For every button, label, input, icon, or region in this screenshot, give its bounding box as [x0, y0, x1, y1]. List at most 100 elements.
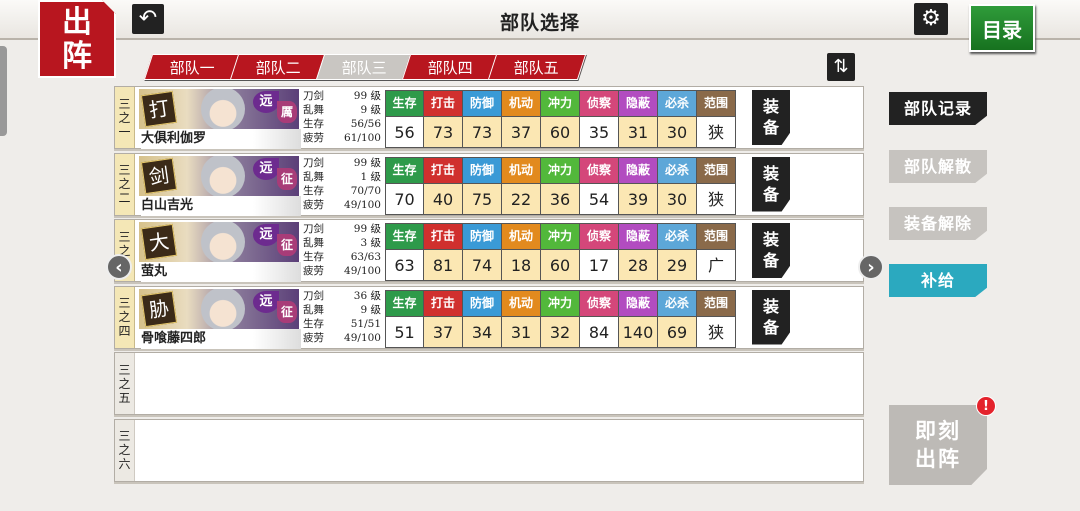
tab-squad-4[interactable]: 部队四 [401, 54, 501, 80]
stat-value: 35 [580, 116, 618, 147]
sortie-now-button[interactable]: 即刻 出阵 [889, 405, 987, 485]
menu-button[interactable]: 目录 [969, 4, 1035, 52]
meta-row: 疲劳 49/100 [303, 331, 381, 345]
stat-header: 机动 [502, 91, 540, 116]
stat-cell: 生存 51 [385, 289, 424, 348]
slot-label: 三之四 [115, 286, 135, 348]
meta-row: 生存 51/51 [303, 317, 381, 331]
meta-row: 刀剑 99 级 [303, 156, 381, 170]
chevron-right-icon: › [867, 257, 875, 278]
stat-cell: 范围广 [697, 223, 736, 281]
stat-value: 30 [658, 116, 696, 147]
stat-header: 隐蔽 [619, 290, 657, 316]
alert-badge: ! [976, 396, 996, 416]
character-portrait[interactable]: 胁 远征 [139, 288, 299, 329]
unequip-button[interactable]: 装备解除 [889, 207, 987, 240]
tab-squad-3[interactable]: 部队三 [315, 54, 415, 80]
stat-value: 60 [541, 249, 579, 280]
sortie-badge-line2: 阵 [62, 39, 92, 74]
stat-cell: 隐蔽 31 [619, 90, 658, 148]
side-drawer-handle[interactable] [0, 46, 7, 136]
stat-value: 22 [502, 182, 540, 214]
character-portrait[interactable]: 大 远征 [139, 222, 299, 262]
stat-header: 冲力 [541, 157, 579, 183]
slot-label-char: 之 [118, 177, 131, 191]
meta-row: 刀剑 99 级 [303, 89, 381, 103]
slot-label-char: 六 [118, 457, 131, 471]
equip-button[interactable]: 装备 [752, 90, 790, 145]
gear-icon: ⚙ [921, 6, 941, 31]
squad-disband-button[interactable]: 部队解散 [889, 150, 987, 183]
stat-value: 140 [619, 315, 657, 347]
stat-value: 28 [619, 249, 657, 280]
stat-cell: 机动 37 [502, 90, 541, 148]
refresh-icon: ⇅ [833, 56, 849, 77]
squad-record-button[interactable]: 部队记录 [889, 92, 987, 125]
meta-label: 生存 [303, 118, 324, 130]
stat-header: 机动 [502, 224, 540, 249]
stat-header: 范围 [697, 290, 735, 316]
stat-value: 51 [386, 315, 423, 347]
stat-value: 29 [658, 249, 696, 280]
member-row[interactable]: 三之一打远厲大俱利伽罗 刀剑 99 级乱舞 9 级生存 56/56 疲劳 61/100 生存 5… [114, 86, 864, 149]
meta-row: 疲劳 49/100 [303, 198, 381, 212]
character-portrait[interactable]: 打 远厲 [139, 89, 299, 129]
tab-squad-2[interactable]: 部队二 [229, 54, 329, 80]
tab-squad-5[interactable]: 部队五 [487, 54, 587, 80]
meta-value: 56/56 [350, 118, 381, 130]
swap-button[interactable]: ⇅ [827, 53, 855, 81]
equip-button[interactable]: 装备 [752, 289, 790, 345]
stat-header: 打击 [424, 224, 462, 249]
equip-button[interactable]: 装备 [752, 156, 790, 212]
empty-member-row[interactable]: 三之五 [114, 352, 864, 415]
stat-header: 冲力 [541, 91, 579, 116]
slot-label-char: 三 [118, 163, 131, 177]
settings-button[interactable]: ⚙ [914, 3, 948, 35]
prev-arrow-button[interactable]: ‹ [106, 254, 132, 280]
member-row[interactable]: 三之四胁远征骨喰藤四郎 刀剑 36 级乱舞 9 级生存 51/51 疲劳 49/100 生存 5… [114, 285, 864, 349]
stat-value: 69 [658, 315, 696, 347]
meta-value: 36 级 [353, 289, 381, 302]
stat-cell: 范围狭 [697, 289, 736, 348]
slot-label-char: 一 [118, 124, 131, 139]
meta-value: 99 级 [353, 223, 381, 235]
member-row[interactable]: 三之二剑远征白山吉光 刀剑 99 级乱舞 1 级生存 70/70 疲劳 49/100 生存 70… [114, 152, 864, 216]
expedition-tag: 远 [253, 224, 279, 246]
empty-member-row[interactable]: 三之六 [114, 418, 864, 482]
meta-value: 49/100 [344, 331, 381, 344]
stat-value: 18 [502, 249, 540, 280]
stat-value: 32 [541, 315, 579, 347]
sword-type-icon: 剑 [140, 157, 178, 194]
meta-value: 49/100 [344, 198, 381, 211]
character-meta: 刀剑 36 级乱舞 9 级生存 51/51 疲劳 49/100 [303, 289, 381, 345]
stat-header: 隐蔽 [619, 224, 657, 249]
stat-header: 防御 [463, 290, 501, 316]
stat-table: 生存 63 打击 81 防御 74 机动 18 冲力 60 侦察 17 隐蔽 28 必杀 29 范围广 [385, 223, 736, 281]
stat-cell: 必杀 29 [658, 223, 697, 281]
meta-label: 乱舞 [303, 170, 324, 183]
stat-header: 打击 [424, 290, 462, 316]
stat-cell: 机动 22 [502, 156, 541, 215]
equip-label-2: 备 [762, 317, 779, 337]
character-portrait[interactable]: 剑 远征 [139, 155, 299, 196]
equip-label-2: 备 [762, 251, 779, 270]
equip-label-1: 装 [762, 296, 779, 316]
stat-value: 34 [463, 315, 501, 347]
equip-label-2: 备 [762, 118, 779, 137]
meta-value: 99 级 [353, 90, 381, 102]
meta-row: 乱舞 3 级 [303, 236, 381, 250]
resupply-button[interactable]: 补给 [889, 264, 987, 297]
equip-button[interactable]: 装备 [752, 223, 790, 278]
stat-cell: 打击 40 [424, 156, 463, 215]
stat-cell: 冲力 36 [541, 156, 580, 215]
stat-value: 63 [386, 249, 423, 280]
stat-header: 范围 [697, 157, 735, 183]
member-row[interactable]: 三之三大远征萤丸刀剑99 级乱舞3 级生存63/63疲劳49/100生存63打击… [114, 219, 864, 282]
slot-label: 三之二 [115, 153, 135, 215]
next-arrow-button[interactable]: › [858, 254, 884, 280]
stat-cell: 防御 34 [463, 289, 502, 348]
character-face [201, 222, 245, 262]
meta-value: 9 级 [360, 303, 381, 316]
tab-squad-1[interactable]: 部队一 [143, 54, 243, 80]
stat-value: 37 [424, 315, 462, 347]
